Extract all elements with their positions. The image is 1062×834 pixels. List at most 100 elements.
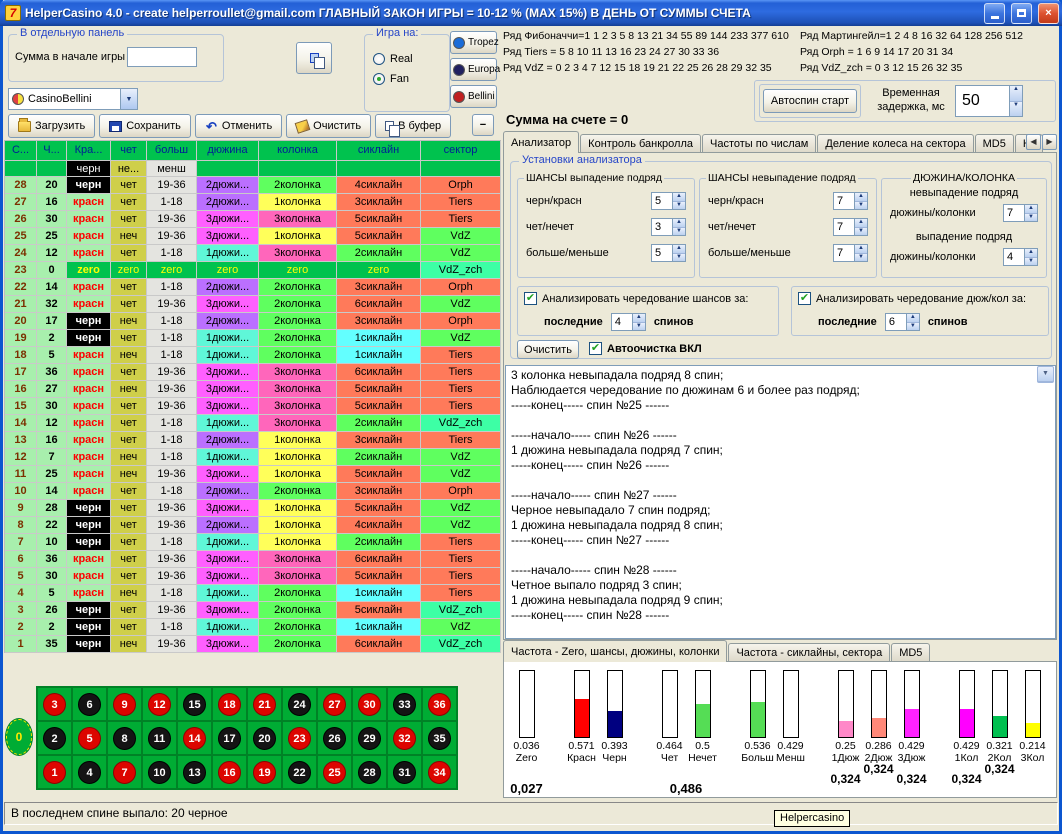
copy-clipboard-button[interactable]: В буфер [375,114,451,138]
board-cell-8[interactable]: 8 [107,721,142,755]
board-cell-18[interactable]: 18 [212,687,247,721]
scroll-down-icon[interactable]: ▼ [1037,366,1054,382]
casino-select[interactable]: CasinoBellini ▼ [8,88,138,110]
board-cell-1[interactable]: 1 [37,755,72,789]
alt-right-down-arrow[interactable]: ▼ [907,323,919,331]
tab-main-1[interactable]: Контроль банкролла [580,134,701,153]
log-scrollbar[interactable]: ▲ ▼ [1037,367,1054,382]
alt-left-down-arrow[interactable]: ▼ [633,323,645,331]
maximize-button[interactable] [1011,3,1032,24]
radio-circle[interactable] [373,73,385,85]
board-cell-13[interactable]: 13 [177,755,212,789]
analysis-log[interactable]: 3 колонка невыпадала подряд 8 спин;Наблю… [505,365,1056,639]
board-cell-30[interactable]: 30 [352,687,387,721]
board-cell-7[interactable]: 7 [107,755,142,789]
tab-main-3[interactable]: Деление колеса на сектора [817,134,973,153]
radio-option-real[interactable]: Real [373,49,413,69]
collapse-button[interactable]: − [472,114,494,136]
setting-stepper-2-3-down-arrow[interactable]: ▼ [1025,258,1037,266]
board-cell-4[interactable]: 4 [72,755,107,789]
setting-stepper-0-2[interactable]: 5▲▼ [651,244,686,262]
setting-stepper-0-1-up-arrow[interactable]: ▲ [673,219,685,228]
titlebar[interactable]: 7 HelperCasino 4.0 - create helperroulle… [0,0,1062,26]
alternation-right-checkbox[interactable]: ✔ [798,292,811,305]
delay-down-arrow[interactable]: ▼ [1010,102,1022,117]
setting-stepper-1-2[interactable]: 7▲▼ [833,244,868,262]
detach-panel-button[interactable] [296,42,332,74]
board-cell-15[interactable]: 15 [177,687,212,721]
alternation-left-checkbox[interactable]: ✔ [524,292,537,305]
tab-frequency-0[interactable]: Частота - Zero, шансы, дюжины, колонки [503,640,727,662]
board-cell-10[interactable]: 10 [142,755,177,789]
board-zero-cell[interactable]: 0 [6,719,32,755]
autospin-start-button[interactable]: Автоспин старт [763,89,857,113]
autoclear-checkbox[interactable]: ✔ [589,342,602,355]
tab-main-4[interactable]: MD5 [975,134,1014,153]
minimize-button[interactable] [984,3,1005,24]
setting-stepper-2-3-up-arrow[interactable]: ▲ [1025,249,1037,258]
casino-button-tropez[interactable]: Tropez [450,31,497,54]
board-cell-22[interactable]: 22 [282,755,317,789]
alternation-right-stepper[interactable]: 6 ▲▼ [885,313,920,331]
board-cell-5[interactable]: 5 [72,721,107,755]
start-sum-input[interactable] [127,47,197,67]
setting-stepper-1-0-up-arrow[interactable]: ▲ [855,193,867,202]
board-cell-17[interactable]: 17 [212,721,247,755]
close-button[interactable]: × [1038,3,1059,24]
board-cell-9[interactable]: 9 [107,687,142,721]
tab-main-2[interactable]: Частоты по числам [702,134,816,153]
chevron-down-icon[interactable]: ▼ [120,89,137,109]
casino-button-bellini[interactable]: Bellini [450,85,497,108]
radio-circle[interactable] [373,53,385,65]
setting-stepper-2-1[interactable]: 7▲▼ [1003,204,1038,222]
tab-frequency-1[interactable]: Частота - сиклайны, сектора [728,643,890,662]
setting-stepper-1-0[interactable]: 7▲▼ [833,192,868,210]
board-cell-12[interactable]: 12 [142,687,177,721]
setting-stepper-2-1-up-arrow[interactable]: ▲ [1025,205,1037,214]
setting-stepper-2-3[interactable]: 4▲▼ [1003,248,1038,266]
board-cell-33[interactable]: 33 [387,687,422,721]
board-cell-19[interactable]: 19 [247,755,282,789]
tab-scroll-right-icon[interactable]: ▶ [1042,134,1057,150]
setting-stepper-0-0[interactable]: 5▲▼ [651,192,686,210]
casino-button-europa[interactable]: Europa [450,58,497,81]
setting-stepper-1-1-up-arrow[interactable]: ▲ [855,219,867,228]
setting-stepper-0-0-up-arrow[interactable]: ▲ [673,193,685,202]
board-cell-35[interactable]: 35 [422,721,457,755]
board-cell-32[interactable]: 32 [387,721,422,755]
board-cell-2[interactable]: 2 [37,721,72,755]
alt-left-up-arrow[interactable]: ▲ [633,314,645,323]
setting-stepper-1-2-up-arrow[interactable]: ▲ [855,245,867,254]
board-cell-21[interactable]: 21 [247,687,282,721]
board-cell-23[interactable]: 23 [282,721,317,755]
board-cell-26[interactable]: 26 [317,721,352,755]
board-cell-3[interactable]: 3 [37,687,72,721]
board-cell-20[interactable]: 20 [247,721,282,755]
alt-right-up-arrow[interactable]: ▲ [907,314,919,323]
tab-scroll-left-icon[interactable]: ◀ [1026,134,1041,150]
board-cell-29[interactable]: 29 [352,721,387,755]
board-cell-14[interactable]: 14 [177,721,212,755]
undo-arrow-button[interactable]: ↶Отменить [195,114,282,138]
board-cell-11[interactable]: 11 [142,721,177,755]
setting-stepper-0-1[interactable]: 3▲▼ [651,218,686,236]
setting-stepper-0-1-down-arrow[interactable]: ▼ [673,228,685,236]
setting-stepper-2-1-down-arrow[interactable]: ▼ [1025,214,1037,222]
setting-stepper-1-0-down-arrow[interactable]: ▼ [855,202,867,210]
delay-up-arrow[interactable]: ▲ [1010,86,1022,102]
tab-frequency-2[interactable]: MD5 [891,643,930,662]
alternation-left-stepper[interactable]: 4 ▲▼ [611,313,646,331]
setting-stepper-1-1-down-arrow[interactable]: ▼ [855,228,867,236]
open-folder-button[interactable]: Загрузить [8,114,95,138]
board-cell-6[interactable]: 6 [72,687,107,721]
board-cell-36[interactable]: 36 [422,687,457,721]
setting-stepper-0-0-down-arrow[interactable]: ▼ [673,202,685,210]
clear-analysis-button[interactable]: Очистить [517,340,579,359]
board-cell-24[interactable]: 24 [282,687,317,721]
setting-stepper-0-2-up-arrow[interactable]: ▲ [673,245,685,254]
board-cell-16[interactable]: 16 [212,755,247,789]
board-cell-27[interactable]: 27 [317,687,352,721]
board-cell-28[interactable]: 28 [352,755,387,789]
setting-stepper-1-1[interactable]: 7▲▼ [833,218,868,236]
setting-stepper-1-2-down-arrow[interactable]: ▼ [855,254,867,262]
